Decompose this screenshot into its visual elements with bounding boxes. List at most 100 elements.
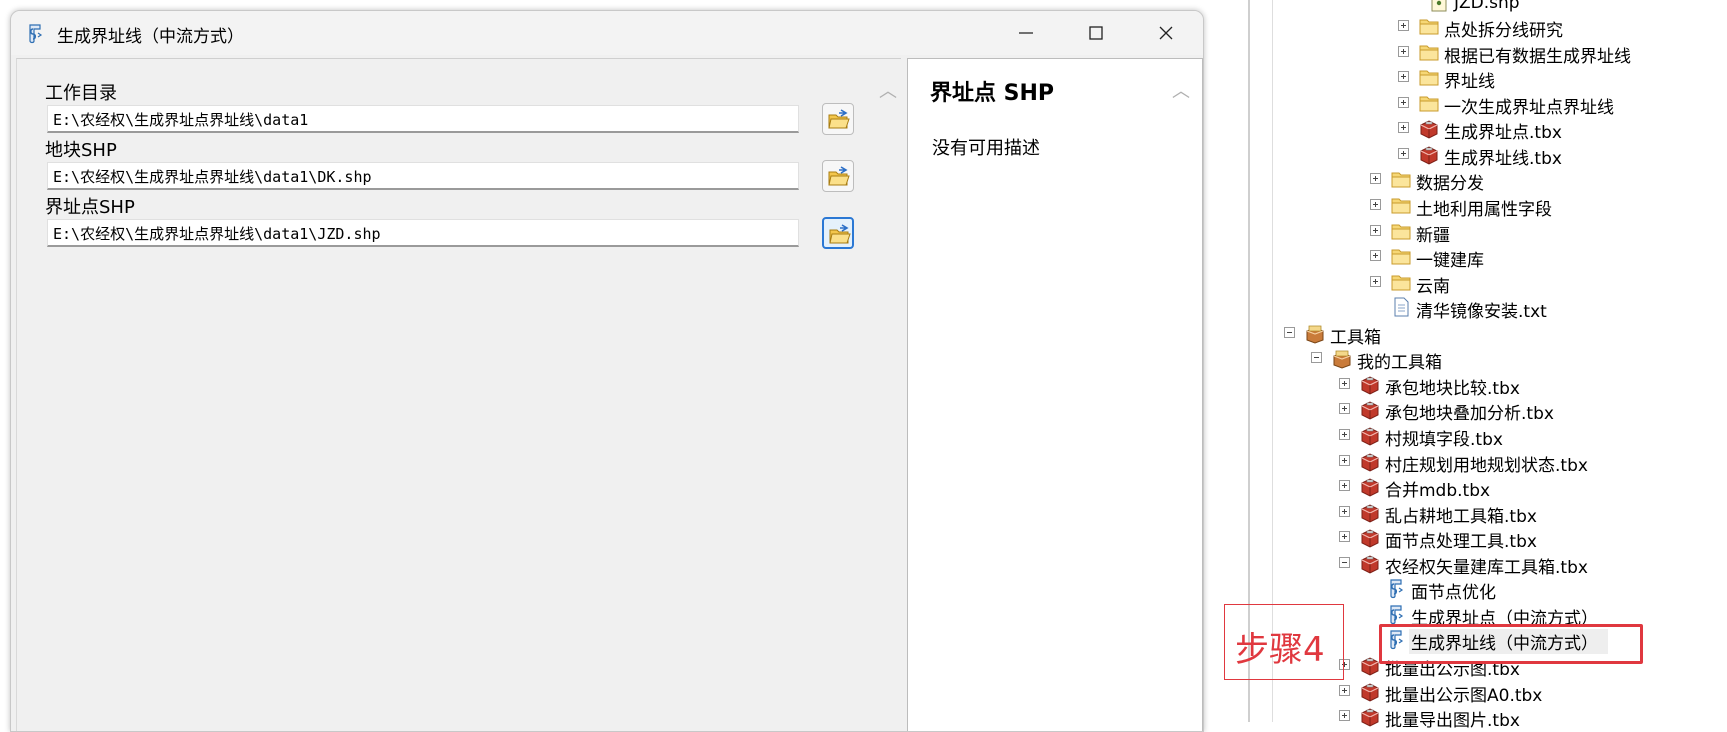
parameters-panel: 工作目录 E:\农经权\生成界址点界址线\data1 地块SHP E:\农经权\… [16, 58, 901, 731]
param-label-boundary-point-shp: 界址点SHP [45, 197, 135, 218]
parcel-shp-input[interactable]: E:\农经权\生成界址点界址线\data1\DK.shp [47, 162, 799, 190]
tree-item-label: 数据分发 [1416, 174, 1484, 194]
expand-icon[interactable] [1370, 199, 1381, 210]
script-tool-icon [1385, 577, 1407, 599]
param-label-parcel-shp: 地块SHP [45, 140, 117, 161]
tree-item-label: 合并mdb.tbx [1385, 481, 1491, 501]
parcel-shp-browse-button[interactable] [822, 160, 854, 192]
tree-item-label: 清华镜像安装.txt [1416, 302, 1547, 322]
open-folder-icon [827, 165, 851, 189]
boundary-point-shp-input[interactable]: E:\农经权\生成界址点界址线\data1\JZD.shp [47, 219, 799, 247]
help-panel: 界址点 SHP 没有可用描述 ︿ [907, 58, 1203, 731]
expand-icon[interactable] [1370, 276, 1381, 287]
toolbox-icon [1359, 654, 1381, 676]
expand-icon[interactable] [1339, 685, 1350, 696]
expand-icon[interactable] [1339, 480, 1350, 491]
expand-icon[interactable] [1398, 71, 1409, 82]
minimize-button[interactable] [991, 11, 1061, 55]
tree-item-label: 土地利用属性字段 [1416, 200, 1552, 220]
tree-item-label: 生成界址点.tbx [1444, 123, 1562, 143]
chevron-up-icon[interactable]: ︿ [879, 77, 897, 103]
chevron-up-icon[interactable]: ︿ [1172, 77, 1190, 103]
shapefile-icon [1428, 0, 1450, 14]
toolbox-icon [1331, 347, 1353, 369]
expand-icon[interactable] [1370, 225, 1381, 236]
folder-icon [1418, 15, 1440, 37]
folder-icon [1418, 66, 1440, 88]
parameters-scrollbar[interactable]: ︿ [875, 59, 901, 731]
script-tool-icon [24, 21, 46, 45]
workdir-input[interactable]: E:\农经权\生成界址点界址线\data1 [47, 105, 799, 133]
tree-item-label: 村规填字段.tbx [1385, 430, 1503, 450]
toolbox-icon [1304, 322, 1326, 344]
tree-item-label: 云南 [1416, 277, 1450, 297]
boundary-point-shp-browse-button[interactable] [822, 217, 854, 249]
collapse-icon[interactable] [1311, 352, 1322, 363]
expand-icon[interactable] [1339, 506, 1350, 517]
toolbox-icon [1359, 552, 1381, 574]
tree-item-label: 一次生成界址点界址线 [1444, 98, 1614, 118]
collapse-icon[interactable] [1339, 557, 1350, 568]
toolbox-icon [1359, 526, 1381, 548]
expand-icon[interactable] [1339, 403, 1350, 414]
collapse-icon[interactable] [1284, 327, 1295, 338]
tree-item-label: 乱占耕地工具箱.tbx [1385, 507, 1537, 527]
param-label-workdir: 工作目录 [45, 83, 117, 104]
tree-item-label: 工具箱 [1330, 328, 1381, 348]
expand-icon[interactable] [1398, 97, 1409, 108]
folder-icon [1390, 194, 1412, 216]
toolbox-icon [1359, 501, 1381, 523]
folder-icon [1390, 271, 1412, 293]
folder-icon [1390, 245, 1412, 267]
script-tool-icon [1385, 603, 1407, 625]
tree-item-label: 我的工具箱 [1357, 353, 1442, 373]
tree-item-label: 村庄规划用地规划状态.tbx [1385, 456, 1588, 476]
toolbox-icon [1359, 475, 1381, 497]
open-folder-icon [828, 223, 852, 247]
expand-icon[interactable] [1398, 122, 1409, 133]
tree-item-label: 批量导出图片.tbx [1385, 711, 1520, 731]
open-folder-icon [827, 108, 851, 132]
minimize-icon [1019, 32, 1033, 34]
toolbox-icon [1418, 143, 1440, 165]
tree-item-label: 承包地块叠加分析.tbx [1385, 404, 1554, 424]
folder-icon [1418, 92, 1440, 114]
tree-item-label: 面节点处理工具.tbx [1385, 532, 1537, 552]
help-title: 界址点 SHP [930, 81, 1055, 106]
expand-icon[interactable] [1339, 531, 1350, 542]
expand-icon[interactable] [1339, 455, 1350, 466]
toolbox-icon [1359, 450, 1381, 472]
tree-item-label: 承包地块比较.tbx [1385, 379, 1520, 399]
dialog-title: 生成界址线（中流方式） [57, 27, 244, 47]
tree-item-label: 面节点优化 [1411, 583, 1496, 603]
text-file-icon [1390, 296, 1412, 318]
expand-icon[interactable] [1398, 20, 1409, 31]
tree-item-label: 新疆 [1416, 226, 1450, 246]
dialog-titlebar[interactable]: 生成界址线（中流方式） [11, 11, 1203, 55]
help-description: 没有可用描述 [932, 138, 1040, 159]
folder-icon [1390, 220, 1412, 242]
workdir-browse-button[interactable] [822, 103, 854, 135]
highlight-annotation-box [1379, 624, 1643, 664]
toolbox-icon [1359, 680, 1381, 702]
step-annotation-box: 步骤4 [1224, 604, 1344, 680]
tree-item-label: 农经权矢量建库工具箱.tbx [1385, 558, 1588, 578]
expand-icon[interactable] [1370, 250, 1381, 261]
expand-icon[interactable] [1398, 46, 1409, 57]
expand-icon[interactable] [1398, 148, 1409, 159]
step-label: 步骤4 [1235, 630, 1325, 670]
tree-item-label: 批量出公示图A0.tbx [1385, 686, 1543, 706]
close-button[interactable] [1131, 11, 1201, 55]
toolbox-icon [1359, 424, 1381, 446]
tool-dialog: 生成界址线（中流方式） 工作目录 E:\农经权\生成界址点界址线\data1 地… [10, 10, 1204, 732]
toolbox-icon [1418, 117, 1440, 139]
expand-icon[interactable] [1339, 378, 1350, 389]
maximize-button[interactable] [1061, 11, 1131, 55]
folder-icon [1390, 168, 1412, 190]
expand-icon[interactable] [1370, 173, 1381, 184]
expand-icon[interactable] [1339, 710, 1350, 721]
expand-icon[interactable] [1339, 429, 1350, 440]
tree-item-label: 一键建库 [1416, 251, 1484, 271]
tree-item-label: 生成界址线.tbx [1444, 149, 1562, 169]
tree-item-label: 点处拆分线研究 [1444, 21, 1563, 41]
